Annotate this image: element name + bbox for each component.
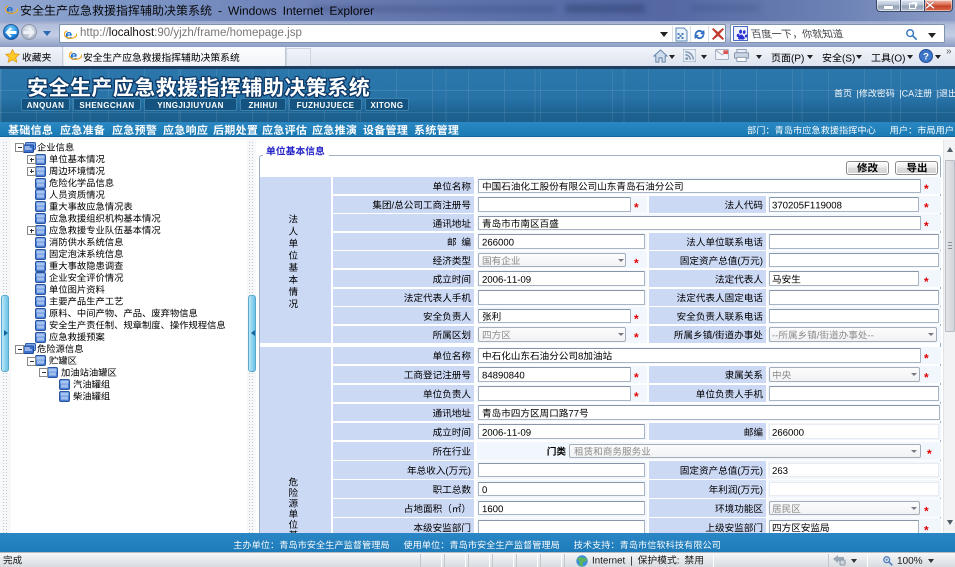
svg-text:e: e [6, 3, 13, 16]
svg-text:?: ? [923, 51, 929, 62]
svg-text:e: e [70, 49, 77, 62]
svg-text:e: e [65, 28, 72, 41]
